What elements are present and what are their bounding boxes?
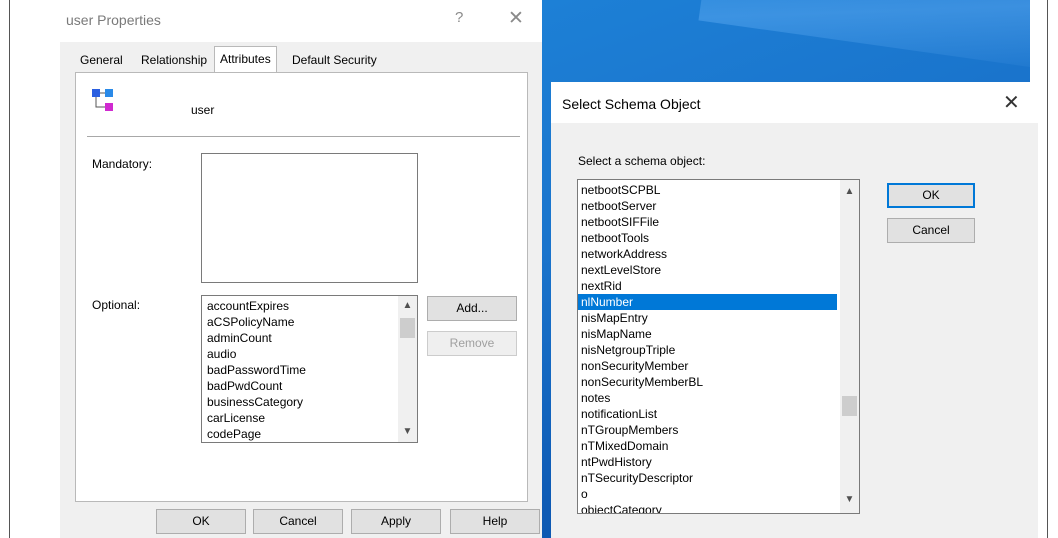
optional-list-scrollbar[interactable]: ▲ ▼: [398, 296, 417, 442]
remove-button[interactable]: Remove: [427, 331, 517, 356]
list-item[interactable]: carLicense: [207, 410, 265, 426]
schema-ok-button[interactable]: OK: [887, 183, 975, 208]
list-item[interactable]: controlAccessRights: [207, 442, 316, 443]
list-item[interactable]: nisNetgroupTriple: [578, 342, 837, 358]
apply-button[interactable]: Apply: [351, 509, 441, 534]
list-item[interactable]: aCSPolicyName: [207, 314, 294, 330]
props-dialog-title: user Properties: [66, 12, 161, 28]
list-item[interactable]: nTSecurityDescriptor: [578, 470, 837, 486]
list-item[interactable]: nisMapName: [578, 326, 837, 342]
list-item[interactable]: nTGroupMembers: [578, 422, 837, 438]
optional-attributes-list[interactable]: accountExpires aCSPolicyName adminCount …: [201, 295, 418, 443]
list-item[interactable]: nisMapEntry: [578, 310, 837, 326]
help-button[interactable]: Help: [450, 509, 540, 534]
select-schema-object-dialog: Select Schema Object ✕ Select a schema o…: [551, 82, 1038, 538]
cancel-button[interactable]: Cancel: [253, 509, 343, 534]
scroll-up-icon[interactable]: ▲: [841, 186, 858, 198]
list-item[interactable]: nonSecurityMemberBL: [578, 374, 837, 390]
list-item[interactable]: businessCategory: [207, 394, 303, 410]
class-name-label: user: [191, 103, 215, 117]
schema-class-icon: [92, 89, 113, 111]
list-item[interactable]: nextRid: [578, 278, 837, 294]
tab-general[interactable]: General: [75, 50, 128, 70]
scroll-down-icon[interactable]: ▼: [841, 494, 858, 506]
scroll-up-icon[interactable]: ▲: [399, 300, 416, 312]
props-title-bar: user Properties ? ✕: [60, 0, 542, 42]
mandatory-attributes-list[interactable]: [201, 153, 418, 283]
list-item[interactable]: objectCategory: [578, 502, 837, 513]
list-item[interactable]: nTMixedDomain: [578, 438, 837, 454]
scroll-down-icon[interactable]: ▼: [399, 426, 416, 438]
list-item[interactable]: netbootServer: [578, 198, 837, 214]
list-item[interactable]: ntPwdHistory: [578, 454, 837, 470]
schema-object-list[interactable]: netbootSCPBL netbootServer netbootSIFFil…: [577, 179, 860, 514]
optional-label: Optional:: [92, 298, 141, 312]
tab-attributes[interactable]: Attributes: [214, 46, 277, 72]
list-item[interactable]: netbootSCPBL: [578, 182, 837, 198]
list-item[interactable]: o: [578, 486, 837, 502]
list-item[interactable]: nextLevelStore: [578, 262, 837, 278]
tab-relationship[interactable]: Relationship: [136, 50, 212, 70]
schema-list-scrollbar[interactable]: ▲ ▼: [840, 180, 859, 513]
add-button[interactable]: Add...: [427, 296, 517, 321]
list-item[interactable]: codePage: [207, 426, 261, 442]
scroll-thumb[interactable]: [400, 318, 415, 338]
help-icon[interactable]: ?: [455, 9, 463, 26]
desktop-light-streak: [698, 0, 1030, 79]
separator-line: [87, 136, 520, 137]
list-item[interactable]: networkAddress: [578, 246, 837, 262]
schema-dialog-title: Select Schema Object: [562, 96, 701, 112]
list-item[interactable]: notificationList: [578, 406, 837, 422]
list-item[interactable]: accountExpires: [207, 298, 289, 314]
close-icon[interactable]: ✕: [1003, 90, 1020, 115]
list-item[interactable]: nonSecurityMember: [578, 358, 837, 374]
tab-default-security[interactable]: Default Security: [287, 50, 382, 70]
scroll-thumb[interactable]: [842, 396, 857, 416]
list-item[interactable]: adminCount: [207, 330, 272, 346]
list-item[interactable]: badPasswordTime: [207, 362, 306, 378]
list-item[interactable]: netbootSIFFile: [578, 214, 837, 230]
schema-cancel-button[interactable]: Cancel: [887, 218, 975, 243]
list-item[interactable]: netbootTools: [578, 230, 837, 246]
list-item[interactable]: audio: [207, 346, 236, 362]
list-item-selected[interactable]: nlNumber: [578, 294, 837, 310]
schema-prompt-label: Select a schema object:: [578, 154, 706, 168]
list-item[interactable]: badPwdCount: [207, 378, 282, 394]
schema-title-bar: Select Schema Object ✕: [551, 82, 1038, 123]
list-item[interactable]: notes: [578, 390, 837, 406]
mandatory-label: Mandatory:: [92, 157, 153, 171]
ok-button[interactable]: OK: [156, 509, 246, 534]
close-icon[interactable]: ✕: [508, 7, 524, 30]
user-properties-dialog: user Properties ? ✕ General Relationship…: [60, 0, 542, 538]
